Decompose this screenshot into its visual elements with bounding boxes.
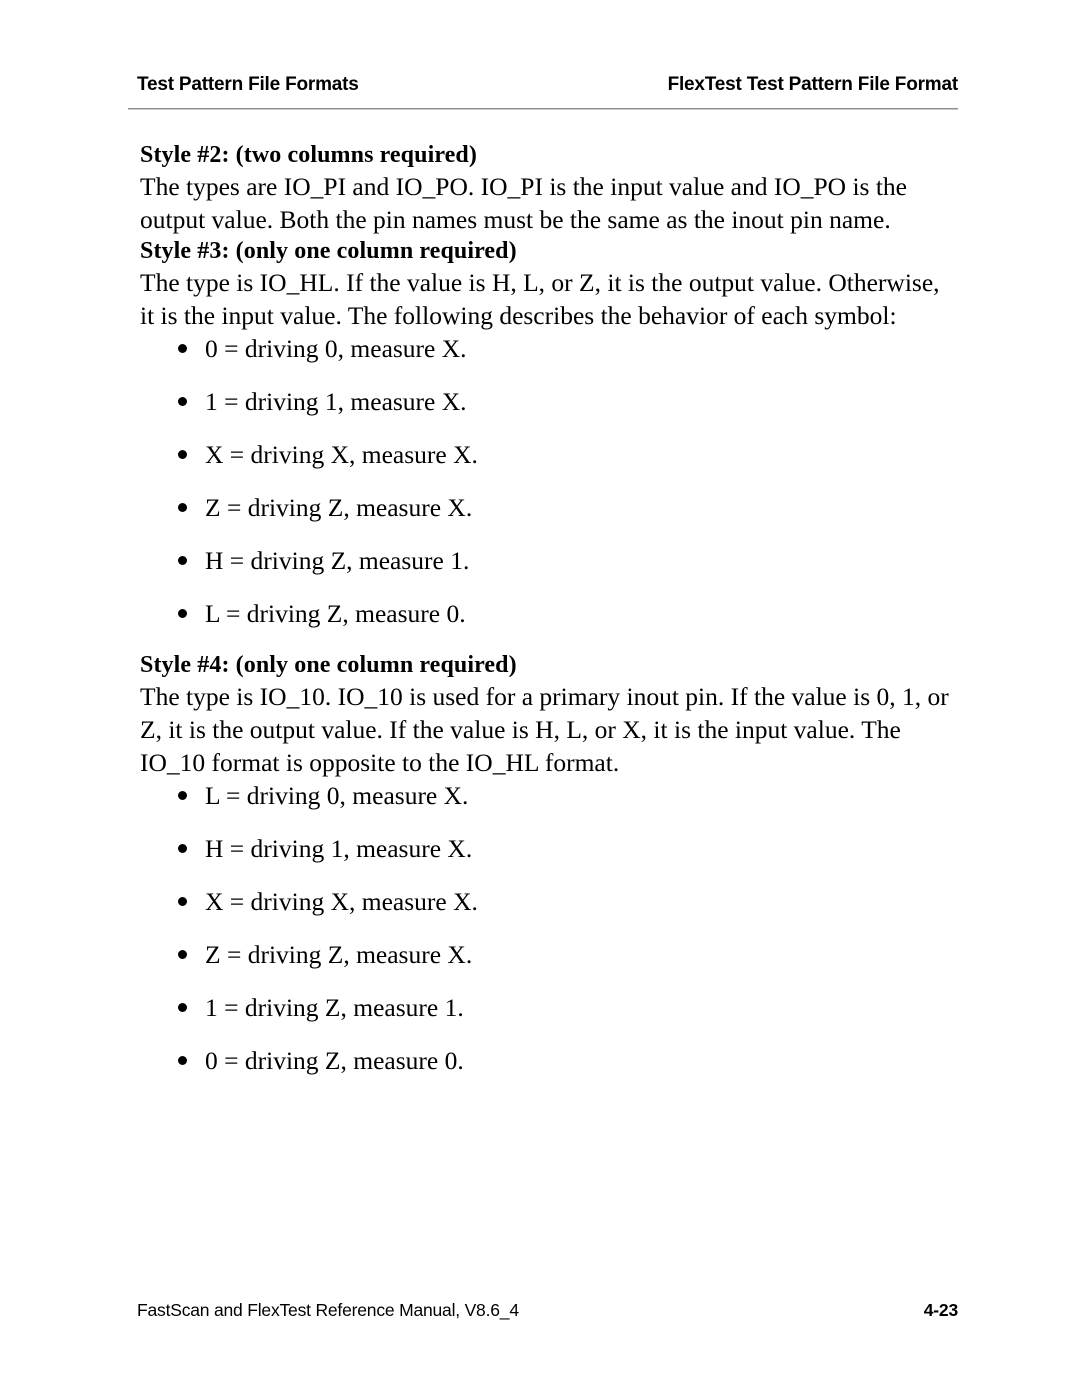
bullet-icon [178,1003,187,1012]
bullet-icon [178,556,187,565]
list-item-label: H = driving 1, measure X. [205,834,473,863]
header-divider-rule [128,108,958,110]
list-item: Z = driving Z, measure X. [140,491,958,544]
document-body: Style #2: (two columns required) The typ… [140,140,958,1097]
bullet-icon [178,397,187,406]
list-item: 1 = driving Z, measure 1. [140,991,958,1044]
heading-style-2: Style #2: (two columns required) [140,142,477,168]
document-page: Test Pattern File Formats FlexTest Test … [0,0,1080,1397]
list-item: H = driving Z, measure 1. [140,544,958,597]
footer-page-number: 4-23 [923,1300,958,1320]
footer-manual-reference: FastScan and FlexTest Reference Manual, … [137,1300,519,1320]
heading-style-4: Style #4: (only one column required) [140,652,517,678]
bullet-icon [178,450,187,459]
bullet-icon [178,844,187,853]
list-item-label: L = driving Z, measure 0. [205,599,466,628]
bullet-icon [178,609,187,618]
paragraph-style-4: The type is IO_10. IO_10 is used for a p… [140,682,949,777]
header-chapter-title: Test Pattern File Formats [137,74,359,95]
list-item: H = driving 1, measure X. [140,832,958,885]
list-item: 1 = driving 1, measure X. [140,385,958,438]
list-item-label: 0 = driving 0, measure X. [205,334,467,363]
bullet-icon [178,791,187,800]
list-item-label: 0 = driving Z, measure 0. [205,1046,464,1075]
list-item-label: X = driving X, measure X. [205,440,478,469]
page-header: Test Pattern File Formats FlexTest Test … [137,74,958,96]
list-item-label: X = driving X, measure X. [205,887,478,916]
paragraph-style-3: The type is IO_HL. If the value is H, L,… [140,268,940,330]
heading-style-3: Style #3: (only one column required) [140,238,517,264]
list-item-label: 1 = driving 1, measure X. [205,387,467,416]
list-item-label: 1 = driving Z, measure 1. [205,993,464,1022]
page-footer: FastScan and FlexTest Reference Manual, … [137,1300,958,1320]
paragraph-style-2: The types are IO_PI and IO_PO. IO_PI is … [140,172,907,234]
bullet-icon [178,1056,187,1065]
list-item: Z = driving Z, measure X. [140,938,958,991]
list-item-label: Z = driving Z, measure X. [205,493,473,522]
symbol-list-style-4: L = driving 0, measure X. H = driving 1,… [140,779,958,1097]
bullet-icon [178,344,187,353]
list-item-label: L = driving 0, measure X. [205,781,469,810]
bullet-icon [178,950,187,959]
list-item: L = driving Z, measure 0. [140,597,958,650]
list-item: 0 = driving 0, measure X. [140,332,958,385]
list-item: X = driving X, measure X. [140,438,958,491]
header-section-title: FlexTest Test Pattern File Format [667,74,959,95]
list-item: X = driving X, measure X. [140,885,958,938]
list-item-label: Z = driving Z, measure X. [205,940,473,969]
symbol-list-style-3: 0 = driving 0, measure X. 1 = driving 1,… [140,332,958,650]
list-item: L = driving 0, measure X. [140,779,958,832]
bullet-icon [178,897,187,906]
list-item: 0 = driving Z, measure 0. [140,1044,958,1097]
bullet-icon [178,503,187,512]
list-item-label: H = driving Z, measure 1. [205,546,470,575]
